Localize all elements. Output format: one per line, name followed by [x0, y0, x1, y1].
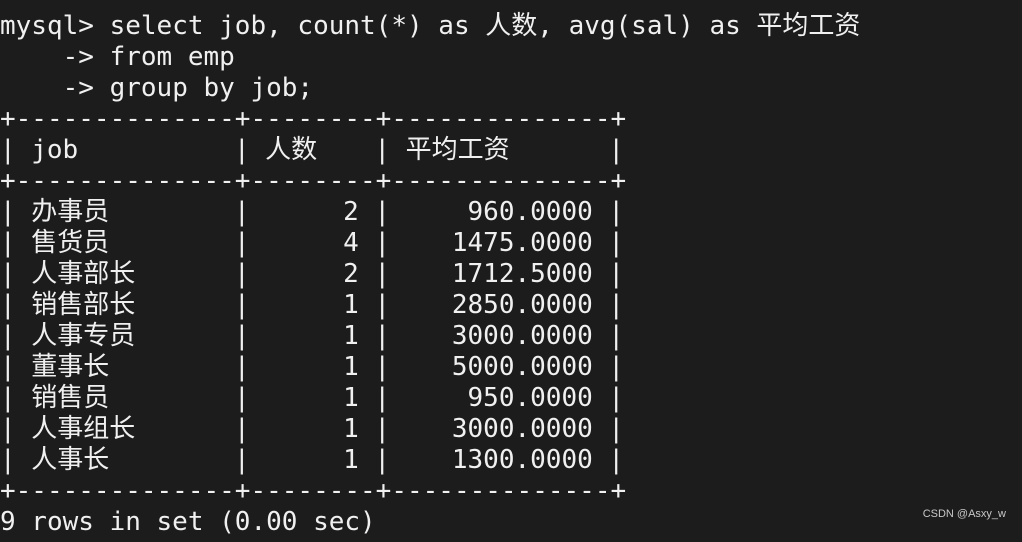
cell-count: 2	[343, 259, 359, 289]
column-separator: |	[0, 445, 16, 475]
cell-avg-salary: 1475.0000	[451, 228, 593, 258]
column-separator: |	[608, 290, 625, 320]
column-separator: |	[233, 290, 250, 320]
cell-job: 人事专员	[31, 321, 136, 351]
table-row: | 人事长 | 1 | 1300.0000 |	[0, 445, 860, 476]
column-separator: |	[374, 321, 391, 351]
table-row: | 人事组长 | 1 | 3000.0000 |	[0, 414, 860, 445]
cell-count: 4	[343, 228, 359, 258]
terminal-output: mysql> select job, count(*) as 人数, avg(s…	[0, 11, 860, 538]
watermark: CSDN @Asxy_w	[922, 508, 1006, 520]
column-separator: |	[374, 197, 391, 227]
column-separator: |	[374, 383, 391, 413]
column-separator: |	[233, 383, 250, 413]
column-separator: |	[233, 197, 250, 227]
cell-count: 2	[343, 197, 359, 227]
cell-avg-salary: 3000.0000	[451, 321, 593, 351]
column-separator: |	[374, 352, 391, 382]
cell-job: 售货员	[31, 228, 110, 258]
cell-job: 人事长	[31, 445, 110, 475]
continuation-prompt: ->	[0, 73, 110, 103]
cell-avg-salary: 1300.0000	[451, 445, 593, 475]
column-separator: |	[608, 352, 625, 382]
column-separator: |	[233, 414, 250, 444]
column-separator: |	[0, 352, 16, 382]
result-table: +--------------+--------+--------------+…	[0, 104, 860, 507]
column-separator: |	[0, 259, 16, 289]
cell-count: 1	[343, 290, 359, 320]
column-separator: |	[0, 290, 16, 320]
column-separator: |	[608, 259, 625, 289]
column-separator: |	[233, 135, 250, 165]
cell-count: 1	[343, 383, 359, 413]
column-separator: |	[374, 259, 391, 289]
table-row: | 人事部长 | 2 | 1712.5000 |	[0, 259, 860, 290]
column-separator: |	[0, 228, 16, 258]
query-text: from emp	[109, 42, 235, 72]
table-border-header: +--------------+--------+--------------+	[0, 166, 627, 196]
table-body: | 办事员 | 2 | 960.0000 | | 售货员 | 4 | 1475.0000 | | 人事部长 | 2…	[0, 197, 860, 476]
table-row: | 销售部长 | 1 | 2850.0000 |	[0, 290, 860, 321]
cell-avg-salary: 5000.0000	[451, 352, 593, 382]
table-border-bottom: +--------------+--------+--------------+	[0, 476, 627, 506]
mysql-prompt: mysql>	[0, 11, 110, 41]
cell-count: 1	[343, 414, 359, 444]
cell-job: 人事组长	[31, 414, 136, 444]
table-row: | 人事专员 | 1 | 3000.0000 |	[0, 321, 860, 352]
table-header-row: | job | 人数 | 平均工资 |	[0, 135, 860, 166]
column-separator: |	[233, 259, 250, 289]
column-separator: |	[233, 445, 250, 475]
query-line-3: -> group by job;	[0, 73, 860, 104]
column-separator: |	[374, 228, 391, 258]
column-separator: |	[608, 228, 625, 258]
terminal-window[interactable]: mysql> select job, count(*) as 人数, avg(s…	[0, 0, 1022, 542]
query-line-1: mysql> select job, count(*) as 人数, avg(s…	[0, 11, 860, 42]
column-separator: |	[0, 414, 16, 444]
column-separator: |	[608, 197, 625, 227]
column-separator: |	[608, 135, 625, 165]
header-job: job	[31, 135, 79, 165]
cell-avg-salary: 1712.5000	[451, 259, 593, 289]
cell-job: 销售员	[31, 383, 110, 413]
query-text: select job, count(*) as 人数, avg(sal) as …	[109, 11, 861, 41]
column-separator: |	[374, 414, 391, 444]
cell-count: 1	[343, 352, 359, 382]
column-separator: |	[233, 321, 250, 351]
query-text: group by job;	[109, 73, 314, 103]
table-border-top: +--------------+--------+--------------+	[0, 104, 627, 134]
column-separator: |	[0, 197, 16, 227]
column-separator: |	[233, 228, 250, 258]
column-separator: |	[0, 321, 16, 351]
table-row: | 售货员 | 4 | 1475.0000 |	[0, 228, 860, 259]
column-separator: |	[608, 321, 625, 351]
column-separator: |	[608, 383, 625, 413]
column-separator: |	[374, 135, 391, 165]
cell-job: 董事长	[31, 352, 110, 382]
column-separator: |	[608, 414, 625, 444]
result-summary: 9 rows in set (0.00 sec)	[0, 507, 376, 537]
column-separator: |	[608, 445, 625, 475]
table-row: | 销售员 | 1 | 950.0000 |	[0, 383, 860, 414]
column-separator: |	[0, 135, 16, 165]
header-count: 人数	[265, 135, 318, 165]
cell-job: 办事员	[31, 197, 110, 227]
cell-job: 销售部长	[31, 290, 136, 320]
column-separator: |	[374, 290, 391, 320]
cell-count: 1	[343, 321, 359, 351]
query-line-2: -> from emp	[0, 42, 860, 73]
cell-avg-salary: 960.0000	[467, 197, 593, 227]
column-separator: |	[374, 445, 391, 475]
cell-count: 1	[343, 445, 359, 475]
cell-avg-salary: 950.0000	[467, 383, 593, 413]
cell-avg-salary: 3000.0000	[451, 414, 593, 444]
header-avg-salary: 平均工资	[405, 135, 510, 165]
table-row: | 董事长 | 1 | 5000.0000 |	[0, 352, 860, 383]
table-row: | 办事员 | 2 | 960.0000 |	[0, 197, 860, 228]
column-separator: |	[0, 383, 16, 413]
column-separator: |	[233, 352, 250, 382]
cell-job: 人事部长	[31, 259, 136, 289]
continuation-prompt: ->	[0, 42, 110, 72]
cell-avg-salary: 2850.0000	[451, 290, 593, 320]
